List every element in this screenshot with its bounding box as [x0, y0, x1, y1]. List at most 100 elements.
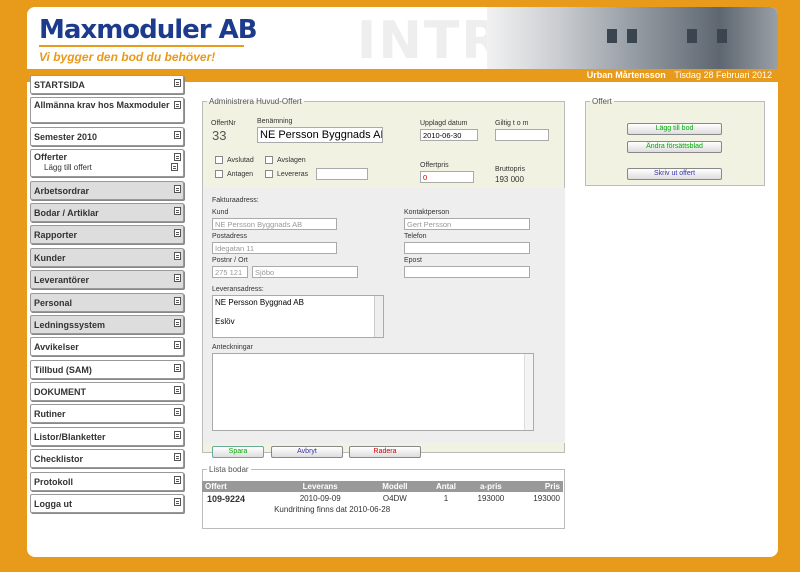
- benamning-input[interactable]: NE Persson Byggnads AB: [257, 127, 383, 143]
- nav-bodar[interactable]: Bodar / Artiklar: [30, 202, 184, 222]
- bodar-table: Offert Leverans Modell Antal a-pris Pris…: [202, 481, 563, 514]
- anteckningar-label: Anteckningar: [212, 344, 253, 351]
- levereras-checkbox[interactable]: [265, 170, 273, 178]
- skriv-ut-offert-button[interactable]: Skriv ut offert: [627, 168, 722, 180]
- page-icon: [174, 130, 181, 139]
- page-icon: [174, 475, 181, 484]
- postadress-label: Postadress: [212, 233, 248, 240]
- postnr-input[interactable]: 275 121: [212, 266, 248, 278]
- telefon-label: Telefon: [404, 233, 427, 240]
- offertpris-label: Offertpris: [420, 162, 449, 169]
- leverans-line1: NE Persson Byggnad AB: [215, 298, 304, 307]
- nav-arbetsordrar[interactable]: Arbetsordrar: [30, 180, 184, 200]
- page-icon: [174, 153, 181, 162]
- nav-rapporter[interactable]: Rapporter: [30, 225, 184, 245]
- current-date: Tisdag 28 Februari 2012: [674, 70, 772, 80]
- table-row[interactable]: 109-9224 2010-09-09 O4DW 1 193000 193000: [202, 492, 563, 505]
- page-icon: [174, 318, 181, 327]
- nav-avvikelser[interactable]: Avvikelser: [30, 337, 184, 357]
- brutto-label: Bruttopris: [495, 166, 525, 173]
- kund-label: Kund: [212, 209, 229, 216]
- epost-label: Epost: [404, 257, 422, 264]
- page-icon: [174, 206, 181, 215]
- radera-button[interactable]: Radera: [349, 446, 421, 458]
- avslutad-checkbox[interactable]: [215, 156, 223, 164]
- textarea-scrollbar[interactable]: [374, 296, 383, 337]
- upplagd-input[interactable]: 2010-06-30: [420, 129, 478, 141]
- giltig-input[interactable]: [495, 129, 549, 141]
- nav-startsida[interactable]: STARTSIDA: [30, 75, 184, 94]
- nav-logga-ut[interactable]: Logga ut: [30, 494, 184, 514]
- col-leverans: Leverans: [302, 482, 338, 491]
- nav-listor[interactable]: Listor/Blanketter: [30, 426, 184, 446]
- table-header: Offert Leverans Modell Antal a-pris Pris: [202, 481, 563, 492]
- col-pris: Pris: [544, 482, 560, 491]
- lista-legend: Lista bodar: [209, 465, 249, 474]
- cell-pris: 193000: [533, 494, 560, 503]
- cell-antal: 1: [443, 494, 449, 503]
- leverans-textarea[interactable]: NE Persson Byggnad AB Eslöv: [212, 295, 384, 338]
- offert-form: Administrera Huvud-Offert OffertNr 33 Be…: [202, 97, 565, 458]
- textarea-scrollbar[interactable]: [524, 354, 533, 430]
- nav-leverantorer[interactable]: Leverantörer: [30, 270, 184, 290]
- page-icon: [171, 163, 178, 172]
- brutto-value: 193 000: [495, 175, 524, 184]
- andra-forsattsblad-button[interactable]: Ändra försättsblad: [627, 141, 722, 153]
- kundritning-note: Kundritning finns dat 2010-06-28: [274, 505, 391, 514]
- nav-personal[interactable]: Personal: [30, 292, 184, 312]
- levereras-input[interactable]: [316, 168, 368, 180]
- page-icon: [174, 408, 181, 417]
- benamning-label: Benämning: [257, 118, 293, 125]
- page-icon: [174, 430, 181, 439]
- nav-checklistor[interactable]: Checklistor: [30, 449, 184, 469]
- lagg-till-bod-button[interactable]: Lägg till bod: [627, 123, 722, 135]
- giltig-label: Giltig t o m: [495, 120, 529, 127]
- avslagen-label: Avslagen: [277, 157, 306, 164]
- faktura-label: Fakturaadress:: [212, 197, 259, 204]
- sidebar: STARTSIDA Allmänna krav hos Maxmoduler S…: [30, 75, 187, 516]
- page-icon: [174, 498, 181, 507]
- col-apris: a-pris: [479, 482, 502, 491]
- postadress-input[interactable]: Idegatan 11: [212, 242, 337, 254]
- avslagen-checkbox[interactable]: [265, 156, 273, 164]
- page-icon: [174, 274, 181, 283]
- nav-allmanna-krav[interactable]: Allmänna krav hos Maxmoduler: [30, 97, 184, 124]
- cell-modell: O4DW: [382, 494, 407, 503]
- nav-kunder[interactable]: Kunder: [30, 247, 184, 267]
- kontakt-label: Kontaktperson: [404, 209, 450, 216]
- antagen-checkbox[interactable]: [215, 170, 223, 178]
- avbryt-button[interactable]: Avbryt: [271, 446, 343, 458]
- ort-input[interactable]: Sjöbo: [252, 266, 358, 278]
- nav-offerter[interactable]: Offerter Lägg till offert: [30, 149, 184, 178]
- postnr-label: Postnr / Ort: [212, 257, 248, 264]
- logo[interactable]: Maxmoduler AB: [39, 15, 258, 45]
- offertnr-value: 33: [212, 128, 227, 143]
- offert-panel: Offert Lägg till bod Ändra försättsblad …: [585, 97, 765, 186]
- epost-input[interactable]: [404, 266, 530, 278]
- cell-offert: 109-9224: [207, 493, 246, 504]
- leverans-label: Leveransadress:: [212, 286, 264, 293]
- table-note-row: Kundritning finns dat 2010-06-28: [202, 505, 563, 514]
- page-icon: [174, 79, 181, 87]
- page-icon: [174, 296, 181, 305]
- footer-contact: Maxmoduler AB | Fabriksgatan 12 | 921 36…: [31, 546, 402, 553]
- kontakt-input[interactable]: Gert Persson: [404, 218, 530, 230]
- nav-protokoll[interactable]: Protokoll: [30, 471, 184, 491]
- offertpris-input[interactable]: 0: [420, 171, 474, 183]
- nav-ledningssystem[interactable]: Ledningssystem: [30, 314, 184, 334]
- nav-semester[interactable]: Semester 2010: [30, 126, 184, 146]
- nav-dokument[interactable]: DOKUMENT: [30, 382, 184, 402]
- user-name: Urban Mårtensson: [586, 70, 666, 80]
- page-icon: [174, 363, 181, 372]
- kund-input[interactable]: NE Persson Byggnads AB: [212, 218, 337, 230]
- avslutad-label: Avslutad: [227, 157, 254, 164]
- anteckningar-textarea[interactable]: [212, 353, 534, 431]
- telefon-input[interactable]: [404, 242, 530, 254]
- upplagd-label: Upplagd datum: [420, 120, 468, 127]
- nav-rutiner[interactable]: Rutiner: [30, 404, 184, 424]
- nav-lagg-till-offert[interactable]: Lägg till offert: [34, 163, 180, 172]
- nav-tillbud[interactable]: Tillbud (SAM): [30, 359, 184, 379]
- header-photo: [487, 7, 778, 69]
- header: INTRANET Maxmoduler AB Vi bygger den bod…: [27, 7, 778, 71]
- spara-button[interactable]: Spara: [212, 446, 264, 458]
